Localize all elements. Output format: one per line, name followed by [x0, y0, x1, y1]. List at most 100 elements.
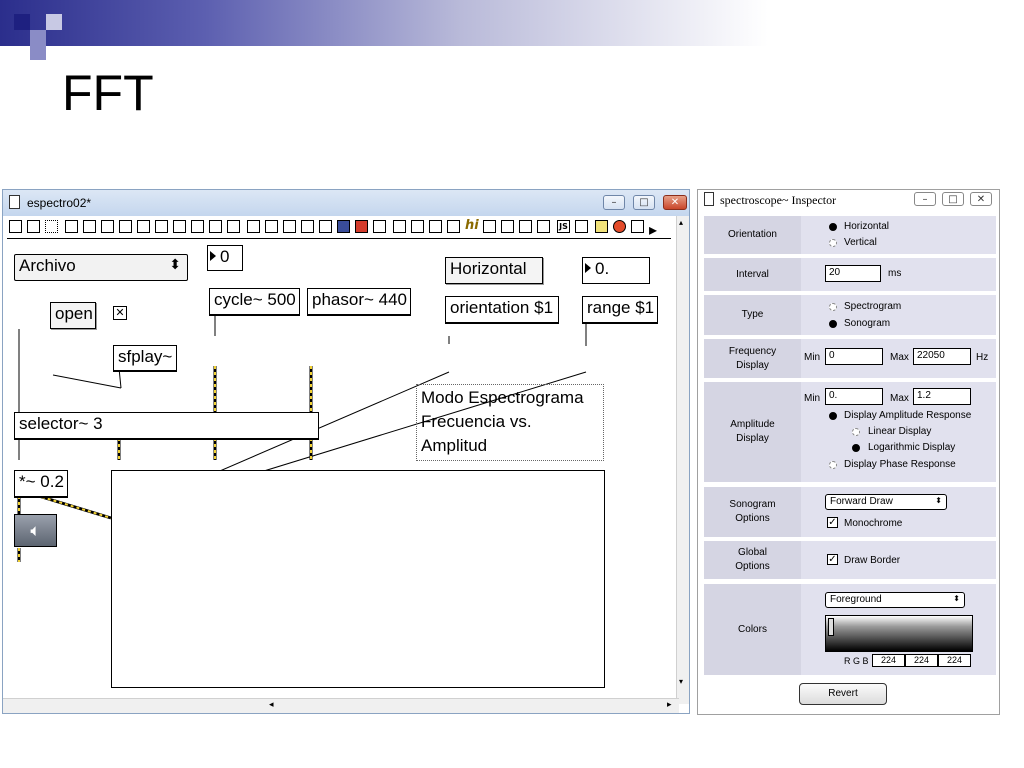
spectroscope-display[interactable]	[111, 470, 605, 688]
radio-phase-response[interactable]	[829, 461, 837, 469]
palette-gain-icon[interactable]	[301, 220, 314, 233]
comment-line: Amplitud	[421, 436, 488, 455]
radio-log-display[interactable]	[852, 444, 860, 452]
monochrome-checkbox[interactable]: ✓	[827, 517, 838, 528]
message-horizontal[interactable]: Horizontal	[445, 257, 543, 284]
range-message-object[interactable]: range $1	[582, 296, 658, 324]
interval-field[interactable]: 20	[825, 265, 881, 282]
slide-header-gradient	[0, 0, 1024, 46]
palette-scope-icon[interactable]	[283, 220, 296, 233]
palette-more-arrow-icon[interactable]: ▸	[649, 220, 662, 239]
radio-amplitude-response[interactable]	[829, 412, 837, 420]
palette-toggle-icon[interactable]	[83, 220, 96, 233]
palette-rslider-icon[interactable]	[519, 220, 532, 233]
amplitude-label-line1: Amplitude	[730, 419, 775, 430]
patcher-canvas[interactable]: Archivo ⬍ 0 Horizontal 0. open ✕ cycle~ …	[3, 238, 679, 693]
color-swatch[interactable]	[825, 615, 973, 652]
palette-knob-icon[interactable]	[173, 220, 186, 233]
sfplay-object[interactable]: sfplay~	[113, 345, 177, 372]
color-picker-handle-icon[interactable]	[828, 618, 834, 636]
gain-multiply-object[interactable]: *~ 0.2	[14, 470, 68, 498]
freq-max-label: Max	[890, 352, 909, 363]
comment-box: Modo Espectrograma Frecuencia vs. Amplit…	[416, 384, 604, 461]
radio-amplitude-response-label: Display Amplitude Response	[844, 410, 972, 421]
ezdac-speaker-icon[interactable]: 🔈︎	[14, 514, 57, 547]
palette-filedrop-icon[interactable]	[575, 220, 588, 233]
radio-vertical[interactable]	[829, 239, 837, 247]
radio-horizontal-label: Horizontal	[844, 221, 890, 232]
palette-comment-icon[interactable]	[45, 220, 58, 233]
palette-slider-icon[interactable]	[137, 220, 150, 233]
maximize-button[interactable]: □	[633, 195, 655, 210]
radio-horizontal[interactable]	[829, 223, 837, 231]
horizontal-scrollbar[interactable]: ◂ ▸	[3, 698, 679, 713]
patcher-titlebar[interactable]: espectro02* – □ ✕	[3, 190, 689, 216]
minimize-button[interactable]: –	[603, 195, 625, 210]
sonogram-options-row: Sonogram Options Forward Draw ⬍ ✓ Monochr…	[704, 487, 996, 537]
color-r-field[interactable]: 224	[872, 654, 905, 667]
freq-max-field[interactable]: 22050	[913, 348, 971, 365]
interval-row: Interval 20 ms	[704, 258, 996, 291]
freq-min-field[interactable]: 0	[825, 348, 883, 365]
archivo-umenu[interactable]: Archivo ⬍	[14, 254, 188, 281]
palette-float-icon[interactable]	[119, 220, 132, 233]
color-g-field[interactable]: 224	[905, 654, 938, 667]
radio-spectrogram[interactable]	[829, 303, 837, 311]
cycle-object[interactable]: cycle~ 500	[209, 288, 300, 316]
palette-meter-icon[interactable]	[265, 220, 278, 233]
message-open[interactable]: open	[50, 302, 96, 329]
updown-arrows-icon: ⬍	[935, 496, 942, 505]
close-button[interactable]: ✕	[970, 192, 992, 206]
phasor-object[interactable]: phasor~ 440	[307, 288, 411, 316]
scroll-left-icon[interactable]: ◂	[269, 700, 274, 710]
palette-record-dot-icon[interactable]	[613, 220, 626, 233]
scroll-right-icon[interactable]: ▸	[667, 700, 672, 710]
minimize-button[interactable]: –	[914, 192, 936, 206]
number-box-float[interactable]: 0.	[582, 257, 650, 284]
palette-number-icon[interactable]	[393, 220, 406, 233]
inspector-titlebar[interactable]: spectroscope~ Inspector – □ ✕	[698, 190, 999, 210]
palette-umenu-icon[interactable]	[483, 220, 496, 233]
amp-max-field[interactable]: 1.2	[913, 388, 971, 405]
palette-swatch-icon[interactable]	[537, 220, 550, 233]
color-b-field[interactable]: 224	[938, 654, 971, 667]
orientation-message-object[interactable]: orientation $1	[445, 296, 559, 324]
type-row: Type Spectrogram Sonogram	[704, 295, 996, 335]
maximize-button[interactable]: □	[942, 192, 964, 206]
palette-spectroscope-icon[interactable]	[631, 220, 644, 233]
palette-multislider-icon[interactable]	[447, 220, 460, 233]
radio-linear-display[interactable]	[852, 428, 860, 436]
scroll-up-icon[interactable]: ▴	[679, 218, 683, 227]
palette-pictslider-icon[interactable]	[411, 220, 424, 233]
palette-button-icon[interactable]	[65, 220, 78, 233]
palette-dial-icon[interactable]	[155, 220, 168, 233]
revert-button[interactable]: Revert	[799, 683, 887, 705]
palette-message-icon[interactable]	[27, 220, 40, 233]
palette-hint-icon[interactable]: hi	[465, 219, 479, 233]
color-target-dropdown[interactable]: Foreground ⬍	[825, 592, 965, 608]
vertical-scrollbar[interactable]: ▴ ▾	[676, 216, 689, 704]
palette-record-icon[interactable]	[355, 220, 368, 233]
toggle-checkbox[interactable]: ✕	[113, 306, 127, 320]
amp-min-field[interactable]: 0.	[825, 388, 883, 405]
palette-int-icon[interactable]	[101, 220, 114, 233]
palette-object-icon[interactable]	[9, 220, 22, 233]
number-box-int[interactable]: 0	[207, 245, 243, 271]
palette-grid-icon[interactable]	[209, 220, 222, 233]
palette-kslider-icon[interactable]	[429, 220, 442, 233]
palette-js-icon[interactable]: JS	[557, 220, 570, 233]
palette-pencil-icon[interactable]	[595, 220, 608, 233]
draw-border-checkbox[interactable]: ✓	[827, 554, 838, 565]
selector-object[interactable]: selector~ 3	[14, 412, 319, 440]
close-button[interactable]: ✕	[663, 195, 687, 210]
radio-sonogram[interactable]	[829, 320, 837, 328]
palette-ezdac-icon[interactable]	[319, 220, 332, 233]
palette-panel-icon[interactable]	[227, 220, 240, 233]
palette-table-icon[interactable]	[501, 220, 514, 233]
scroll-down-icon[interactable]: ▾	[679, 677, 683, 686]
palette-filter-icon[interactable]	[337, 220, 350, 233]
palette-matrix-icon[interactable]	[191, 220, 204, 233]
palette-lcd-icon[interactable]	[247, 220, 260, 233]
palette-graph-icon[interactable]	[373, 220, 386, 233]
draw-mode-dropdown[interactable]: Forward Draw ⬍	[825, 494, 947, 510]
